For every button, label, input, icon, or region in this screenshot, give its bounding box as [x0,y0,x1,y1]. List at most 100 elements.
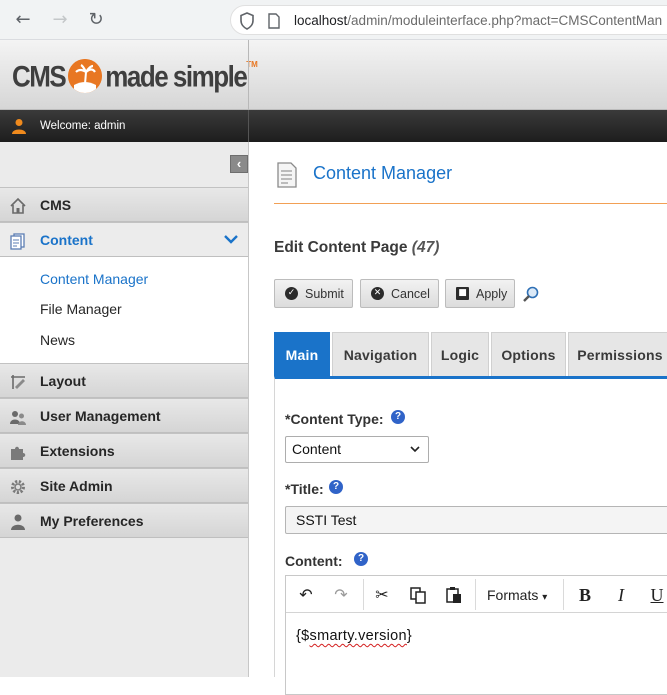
close-icon: ✕ [371,287,384,300]
help-icon[interactable]: ? [329,480,343,494]
content-submenu: Content Manager File Manager News [0,257,248,363]
sidebar-section-content[interactable]: Content [0,222,248,257]
document-icon [277,162,297,188]
title-label: *Title: [285,481,324,497]
sidebar-item-file-manager[interactable]: File Manager [40,301,122,317]
header-divider [248,40,249,110]
sidebar-section-label: Layout [40,373,86,389]
sidebar-section-site-admin[interactable]: Site Admin [0,468,248,503]
bold-button[interactable]: B [575,585,595,605]
home-icon [10,197,26,214]
apply-label: Apply [476,286,508,301]
reload-icon[interactable]: ↻ [84,8,108,32]
sidebar-section-extensions[interactable]: Extensions [0,433,248,468]
address-bar[interactable]: localhost/admin/moduleinterface.php?mact… [230,5,667,35]
chevron-down-icon [410,446,420,453]
content-editor: ↶ ↷ ✂ Formats ▾ B I U {$smarty.version} [285,575,667,695]
underline-button[interactable]: U [647,585,667,605]
users-icon [10,411,26,425]
welcome-bar: Welcome: admin [0,110,667,142]
tab-label: Main [285,346,319,363]
chevron-down-icon [224,235,238,244]
edit-page-title: Edit Content Page (47) [274,239,439,257]
layout-icon [11,375,25,389]
editor-toolbar: ↶ ↷ ✂ Formats ▾ B I U [286,576,667,613]
sidebar-section-my-preferences[interactable]: My Preferences [0,503,248,538]
italic-button[interactable]: I [611,585,631,605]
island-logo-icon [68,59,103,93]
editor-content[interactable]: {$smarty.version} [296,628,412,644]
submit-label: Submit [305,286,344,301]
forward-arrow-icon[interactable]: → [48,8,72,32]
collapse-sidebar-button[interactable]: ‹ [230,155,248,173]
check-icon: ✓ [285,287,298,300]
welcome-divider [248,110,249,142]
copy-icon[interactable] [408,585,428,605]
back-arrow-icon[interactable]: ← [11,8,35,32]
editor-text-suffix: } [406,628,413,644]
toolbar-separator [363,579,364,610]
user-orange-icon [12,119,26,134]
page-info-icon[interactable] [267,13,281,29]
gear-icon [11,480,25,494]
tab-label: Permissions [577,346,663,363]
logo-text-cms: CMS [12,58,67,93]
cms-logo[interactable]: CMS made simple TM [12,56,258,96]
toolbar-separator [475,579,476,610]
tab-main[interactable]: Main [274,332,330,376]
tab-navigation[interactable]: Navigation [332,332,429,376]
cms-header: CMS made simple TM [0,40,667,110]
page-title: Content Manager [313,163,453,183]
sidebar-section-cms[interactable]: CMS [0,187,248,222]
puzzle-icon [11,446,26,460]
apply-button[interactable]: ■ Apply [445,279,515,308]
formats-label: Formats [487,587,539,603]
sidebar-section-layout[interactable]: Layout [0,363,248,398]
tab-logic[interactable]: Logic [431,332,489,376]
help-icon[interactable]: ? [391,410,405,424]
help-icon[interactable]: ? [354,552,368,566]
editor-text-misspelled: smarty.version [309,628,407,644]
sidebar-section-label: CMS [40,197,72,213]
title-input[interactable]: SSTI Test [285,506,667,534]
browser-toolbar: ← → ↻ localhost/admin/moduleinterface.ph… [0,0,667,40]
redo-icon[interactable]: ↷ [331,585,351,605]
tab-label: Logic [440,346,480,363]
cancel-button[interactable]: ✕ Cancel [360,279,439,308]
sidebar-item-news[interactable]: News [40,332,75,348]
preview-magnifier-icon[interactable] [522,285,540,303]
submit-button[interactable]: ✓ Submit [274,279,353,308]
save-icon: ■ [456,287,469,300]
content-label: Content: [285,553,343,569]
sidebar-section-label: User Management [40,408,161,424]
caret-down-icon: ▾ [542,592,548,603]
editor-text-prefix: {$ [296,628,310,644]
cancel-label: Cancel [391,286,430,301]
tab-label: Options [501,346,556,363]
edit-title-text: Edit Content Page [274,239,408,256]
content-type-select[interactable]: Content [285,436,429,463]
formats-dropdown[interactable]: Formats ▾ [487,587,547,603]
content-icon [10,233,25,250]
welcome-text[interactable]: Welcome: admin [40,120,125,132]
cut-icon[interactable]: ✂ [372,585,392,605]
tab-permissions[interactable]: Permissions [568,332,667,376]
sidebar-section-label: Extensions [40,443,115,459]
sidebar-section-user-management[interactable]: User Management [0,398,248,433]
shield-icon[interactable] [239,12,255,30]
heading-divider [274,203,667,204]
paste-icon[interactable] [444,585,464,605]
toolbar-separator [563,579,564,610]
sidebar-section-label: My Preferences [40,513,144,529]
user-icon [11,514,25,530]
tab-label: Navigation [343,346,418,363]
content-type-value: Content [292,441,342,457]
sidebar-item-content-manager[interactable]: Content Manager [40,271,148,287]
content-type-label: *Content Type: [285,411,384,427]
sidebar-section-label: Site Admin [40,478,113,494]
undo-icon[interactable]: ↶ [296,585,316,605]
edit-page-id: (47) [411,239,440,256]
sidebar: ‹ CMS Content Content Manager File Manag… [0,142,249,677]
tab-options[interactable]: Options [491,332,566,376]
sidebar-section-label: Content [40,232,93,248]
